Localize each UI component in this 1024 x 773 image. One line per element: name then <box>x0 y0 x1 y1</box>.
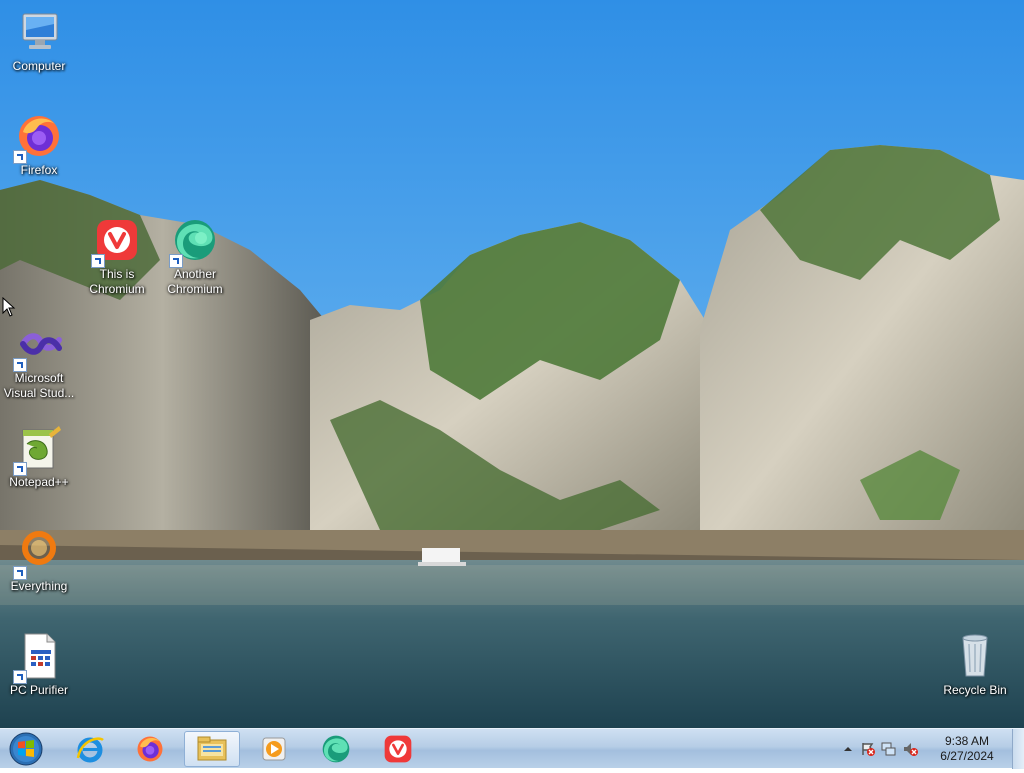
show-desktop-button[interactable] <box>1012 729 1024 769</box>
shortcut-arrow-icon <box>13 670 27 684</box>
start-button[interactable] <box>4 730 44 768</box>
pc-purifier-icon <box>13 632 63 684</box>
desktop-wallpaper <box>0 0 1024 728</box>
desktop-icon-label: PC Purifier <box>9 683 68 697</box>
desktop-icon-pc-purifier[interactable]: PC Purifier <box>0 632 78 698</box>
volume-muted-icon[interactable] <box>902 741 918 757</box>
action-center-icon[interactable] <box>860 741 876 757</box>
clock-date: 6/27/2024 <box>940 749 994 763</box>
taskbar-file-explorer[interactable] <box>184 731 240 767</box>
desktop-icon-firefox[interactable]: Firefox <box>0 112 78 178</box>
vivaldi-icon <box>384 735 412 763</box>
desktop-icon-label: This is Chromium <box>89 267 145 296</box>
taskbar-media-player[interactable] <box>246 731 302 767</box>
taskbar-edge[interactable] <box>308 731 364 767</box>
desktop-icon-this-is-chromium[interactable]: This is Chromium <box>78 216 156 297</box>
desktop-icon-label: Microsoft Visual Stud... <box>3 371 75 400</box>
file-explorer-icon <box>197 736 227 761</box>
media-player-icon <box>262 737 286 761</box>
recycle-bin-icon <box>951 632 999 680</box>
desktop-icon-label: Another Chromium <box>167 267 223 296</box>
edge-icon <box>169 216 219 268</box>
desktop-icon-label: Computer <box>12 59 66 73</box>
visual-studio-icon <box>13 320 63 372</box>
clock-time: 9:38 AM <box>944 734 990 748</box>
desktop-icon-another-chromium[interactable]: Another Chromium <box>156 216 234 297</box>
taskbar-clock[interactable]: 9:38 AM 6/27/2024 <box>932 734 1002 764</box>
desktop-icon-label: Recycle Bin <box>943 683 1007 697</box>
desktop-icon-label: Notepad++ <box>9 475 69 489</box>
taskbar-vivaldi[interactable] <box>370 731 426 767</box>
taskbar: 9:38 AM 6/27/2024 <box>0 728 1024 769</box>
network-icon[interactable] <box>880 741 896 757</box>
vivaldi-icon <box>91 216 141 268</box>
notepad-plus-plus-icon <box>13 424 63 476</box>
desktop-icon-visual-studio[interactable]: Microsoft Visual Stud... <box>0 320 78 401</box>
desktop-icon-label: Firefox <box>20 163 58 177</box>
shortcut-arrow-icon <box>13 150 27 164</box>
firefox-icon <box>13 112 63 164</box>
firefox-icon <box>137 736 163 762</box>
desktop-icon-everything[interactable]: Everything <box>0 528 78 594</box>
internet-explorer-icon <box>76 737 104 763</box>
shortcut-arrow-icon <box>169 254 183 268</box>
edge-icon <box>322 735 350 763</box>
taskbar-firefox[interactable] <box>122 731 178 767</box>
system-tray: 9:38 AM 6/27/2024 <box>834 729 1024 769</box>
shortcut-arrow-icon <box>13 566 27 580</box>
desktop-icon-recycle-bin[interactable]: Recycle Bin <box>936 632 1014 698</box>
computer-icon <box>15 8 63 56</box>
shortcut-arrow-icon <box>13 358 27 372</box>
everything-search-icon <box>13 528 63 580</box>
mouse-cursor-icon <box>2 296 16 322</box>
taskbar-internet-explorer[interactable] <box>62 731 118 767</box>
desktop-icon-notepad-plus-plus[interactable]: Notepad++ <box>0 424 78 490</box>
desktop-icon-computer[interactable]: Computer <box>0 8 78 74</box>
show-hidden-icons-button[interactable] <box>840 741 856 757</box>
shortcut-arrow-icon <box>13 462 27 476</box>
shortcut-arrow-icon <box>91 254 105 268</box>
desktop-icon-label: Everything <box>10 579 68 593</box>
